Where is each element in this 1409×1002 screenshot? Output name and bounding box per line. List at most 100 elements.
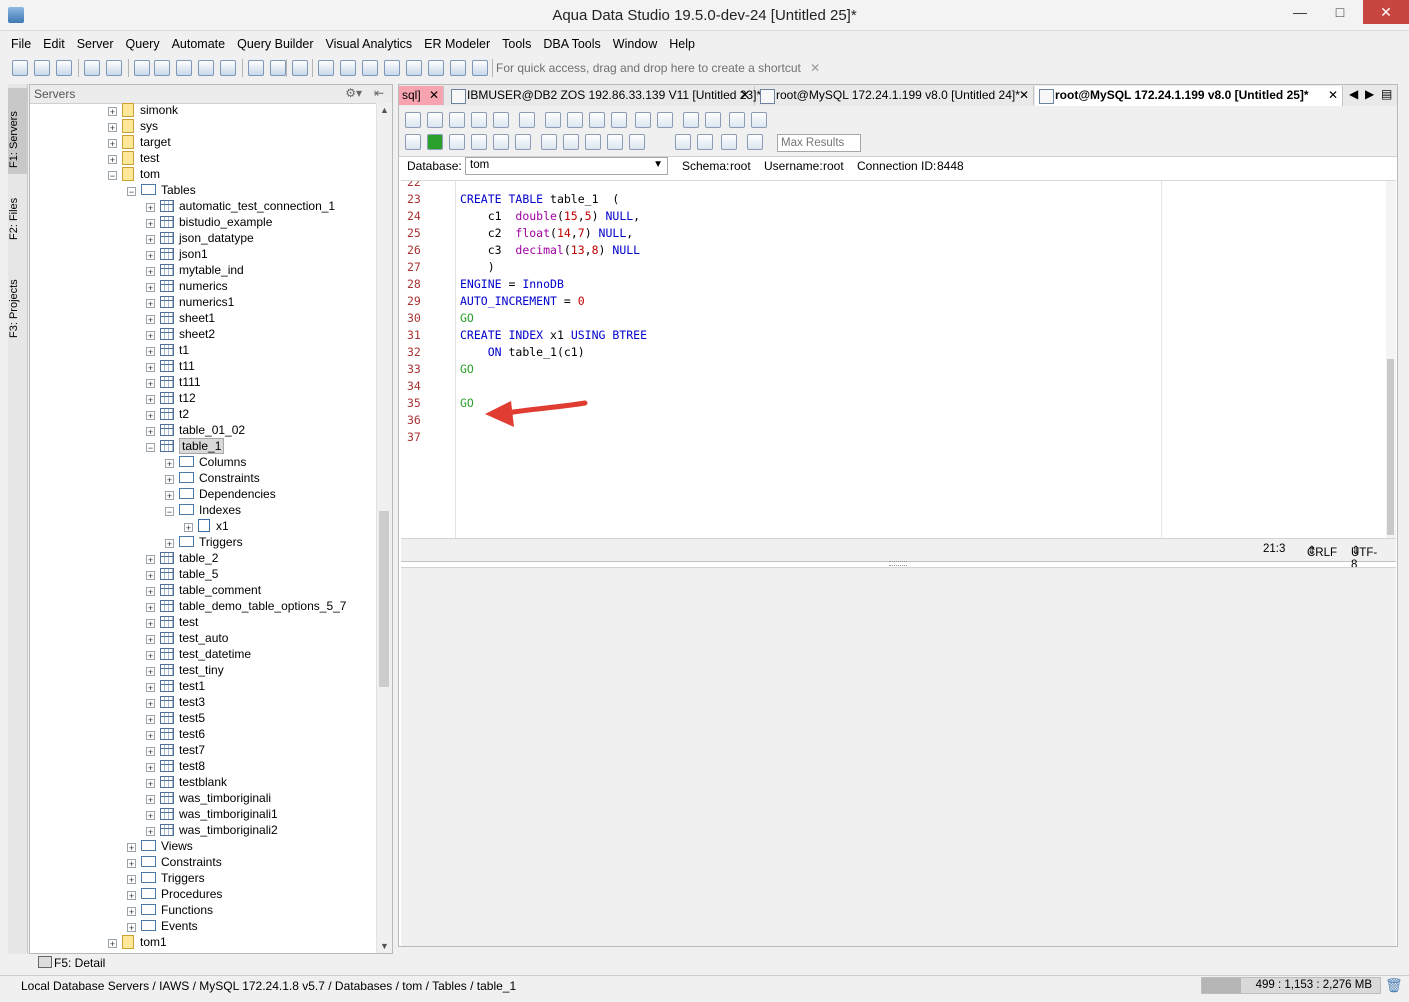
expand-icon[interactable]: + [146, 347, 155, 357]
toolbar-tool-10-icon[interactable] [220, 60, 236, 76]
tree-node-table[interactable]: + json1 [146, 246, 208, 262]
tree-scroll-thumb[interactable] [379, 511, 389, 687]
toolbar-tool-15-icon[interactable] [340, 60, 356, 76]
close-icon[interactable]: ✕ [810, 61, 820, 75]
tree-node-table[interactable]: + sheet1 [146, 310, 215, 326]
editor-tool-15-icon[interactable] [729, 112, 745, 128]
detail-tab[interactable]: F5: Detail [54, 956, 105, 970]
line-ending-select[interactable]: CRLF ⇕ [1307, 543, 1337, 559]
close-tab-icon[interactable]: ✕ [429, 86, 439, 104]
toolbar-tool-11-icon[interactable] [248, 60, 264, 76]
tree-node-table[interactable]: + test [146, 614, 198, 630]
scroll-down-icon[interactable]: ▼ [380, 941, 389, 951]
tree-node-folder[interactable]: + Columns [165, 454, 246, 470]
toolbar-tool-21-icon[interactable] [472, 60, 488, 76]
expand-icon[interactable]: + [146, 555, 155, 565]
toolbar-tool-4-icon[interactable] [84, 60, 100, 76]
editor-scrollbar[interactable] [1386, 181, 1396, 539]
tree-node-folder[interactable]: + Procedures [127, 886, 222, 902]
tree-node-folder[interactable]: + Functions [127, 902, 213, 918]
menu-server[interactable]: Server [71, 34, 120, 51]
collapse-panel-icon[interactable]: ⇤ [374, 86, 384, 100]
tree-node-folder[interactable]: − Tables [127, 182, 196, 198]
expand-icon[interactable]: + [146, 763, 155, 773]
editor-tool-13-icon[interactable] [683, 112, 699, 128]
tab-untitled-23[interactable]: IBMUSER@DB2 ZOS 192.86.33.139 V11 [Untit… [447, 86, 761, 105]
maximize-button[interactable]: □ [1323, 0, 1357, 24]
tree-node-table[interactable]: + automatic_test_connection_1 [146, 198, 335, 214]
expand-icon[interactable]: + [146, 699, 155, 709]
editor-tool-9-icon[interactable] [589, 112, 605, 128]
expand-icon[interactable]: + [108, 107, 117, 117]
tree-node-db[interactable]: + simonk [108, 103, 178, 118]
collapse-icon[interactable]: − [108, 171, 117, 181]
tree-node-table[interactable]: + t2 [146, 406, 189, 422]
tree-node-table[interactable]: + sheet2 [146, 326, 215, 342]
editor-tool-6-icon[interactable] [519, 112, 535, 128]
editor-action-8-icon[interactable] [563, 134, 579, 150]
expand-icon[interactable]: + [108, 139, 117, 149]
expand-icon[interactable]: + [146, 683, 155, 693]
tree-node-table[interactable]: + table_demo_table_options_5_7 [146, 598, 346, 614]
expand-icon[interactable]: + [146, 619, 155, 629]
menu-tools[interactable]: Tools [496, 34, 537, 51]
menu-dba-tools[interactable]: DBA Tools [537, 34, 606, 51]
toolbar-tool-9-icon[interactable] [198, 60, 214, 76]
editor-tool-10-icon[interactable] [611, 112, 627, 128]
toolbar-tool-12-icon[interactable] [270, 60, 286, 76]
tree-node-db[interactable]: + tom1 [108, 934, 167, 950]
editor-action-3-icon[interactable] [449, 134, 465, 150]
expand-icon[interactable]: + [146, 779, 155, 789]
expand-icon[interactable]: + [108, 939, 117, 949]
editor-scroll-thumb[interactable] [1387, 359, 1394, 535]
tree-node-table[interactable]: + test_datetime [146, 646, 251, 662]
editor-action-13-icon[interactable] [697, 134, 713, 150]
tree-node-table[interactable]: + test_tiny [146, 662, 224, 678]
expand-icon[interactable]: + [146, 587, 155, 597]
menu-file[interactable]: File [0, 34, 37, 51]
expand-icon[interactable]: + [146, 299, 155, 309]
database-select[interactable]: tom ▼ [465, 157, 668, 175]
close-tab-icon[interactable]: ✕ [1328, 86, 1338, 104]
expand-icon[interactable]: + [146, 363, 155, 373]
tree-node-table[interactable]: + test_auto [146, 630, 228, 646]
editor-tool-11-icon[interactable] [635, 112, 651, 128]
tree-node-table[interactable]: + t12 [146, 390, 196, 406]
expand-icon[interactable]: + [146, 315, 155, 325]
editor-tool-14-icon[interactable] [705, 112, 721, 128]
tree-node-table[interactable]: + test3 [146, 694, 205, 710]
close-button[interactable]: ✕ [1363, 0, 1409, 24]
expand-icon[interactable]: + [127, 907, 136, 917]
expand-icon[interactable]: + [146, 251, 155, 261]
tree-node-table[interactable]: + numerics1 [146, 294, 234, 310]
minimize-button[interactable]: — [1283, 0, 1317, 24]
tab-files[interactable]: F2: Files [8, 180, 28, 246]
tree-node-folder[interactable]: + Constraints [127, 854, 222, 870]
tree-node-table[interactable]: + test8 [146, 758, 205, 774]
tree-node-folder[interactable]: + Views [127, 838, 193, 854]
editor-action-15-icon[interactable] [747, 134, 763, 150]
tab-prev-icon[interactable]: ◀ [1349, 87, 1358, 101]
editor-action-1-icon[interactable] [405, 134, 421, 150]
editor-action-7-icon[interactable] [541, 134, 557, 150]
tab-list-icon[interactable]: ▤ [1381, 87, 1392, 101]
toolbar-tool-5-icon[interactable] [106, 60, 122, 76]
tree-node-table[interactable]: + was_timboriginali2 [146, 822, 278, 838]
expand-icon[interactable]: + [146, 795, 155, 805]
trash-icon[interactable]: 🗑 [1385, 977, 1403, 994]
tree-node-table[interactable]: + table_01_02 [146, 422, 245, 438]
tree-node-table[interactable]: + was_timboriginali [146, 790, 271, 806]
menu-automate[interactable]: Automate [166, 34, 232, 51]
expand-icon[interactable]: + [108, 155, 117, 165]
sql-editor[interactable]: 22 23 24 25 26 27 28 29 30 31 32 33 34 35 36 37 CREATE … [401, 180, 1396, 539]
toolbar-tool-6-icon[interactable] [134, 60, 150, 76]
expand-icon[interactable]: + [165, 539, 174, 549]
expand-icon[interactable]: + [165, 491, 174, 501]
editor-tool-8-icon[interactable] [567, 112, 583, 128]
expand-icon[interactable]: + [146, 427, 155, 437]
editor-tool-4-icon[interactable] [471, 112, 487, 128]
toolbar-tool-19-icon[interactable] [428, 60, 444, 76]
expand-icon[interactable]: + [184, 523, 193, 533]
tab-untitled-25[interactable]: root@MySQL 172.24.1.199 v8.0 [Untitled 2… [1035, 86, 1343, 107]
editor-tool-3-icon[interactable] [449, 112, 465, 128]
